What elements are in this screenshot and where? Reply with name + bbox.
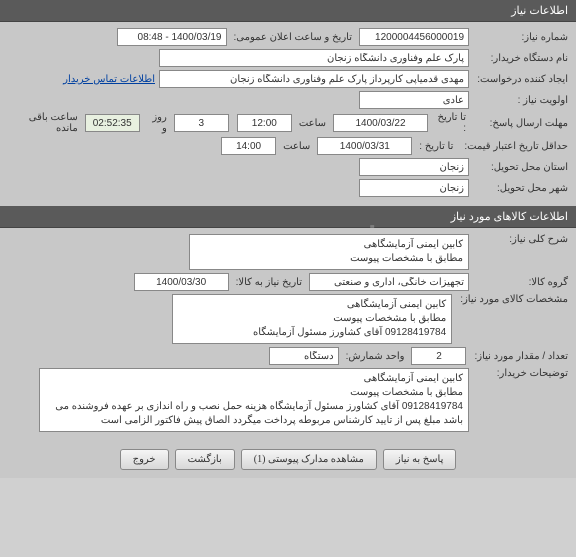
response-time-label: ساعت <box>296 118 329 129</box>
back-button[interactable]: بازگشت <box>175 449 235 470</box>
validity-date-field[interactable] <box>317 137 412 155</box>
section1-title: اطلاعات نیاز <box>511 5 568 17</box>
remain-time-field[interactable] <box>85 114 140 132</box>
buyer-notes-label: توضیحات خریدار: <box>473 368 568 379</box>
need-number-field[interactable] <box>359 28 469 46</box>
validity-time-label: ساعت <box>280 141 313 152</box>
response-time-field[interactable] <box>237 114 292 132</box>
need-title-field[interactable]: کابین ایمنی آزمایشگاهی مطابق با مشخصات پ… <box>189 234 469 270</box>
response-todate-label: تا تاریخ : <box>432 112 469 134</box>
city-label: شهر محل تحویل: <box>473 183 568 194</box>
announce-date-field[interactable] <box>117 28 227 46</box>
goods-group-label: گروه کالا: <box>473 277 568 288</box>
close-button[interactable]: خروج <box>120 449 169 470</box>
priority-label: اولویت نیاز : <box>473 95 568 106</box>
section2-header: اطلاعات کالاهای مورد نیاز <box>0 206 576 228</box>
quantity-field[interactable] <box>411 347 466 365</box>
goods-group-field[interactable] <box>309 273 469 291</box>
section1-header: اطلاعات نیاز <box>0 0 576 22</box>
need-number-label: شماره نیاز: <box>473 32 568 43</box>
announce-date-label: تاریخ و ساعت اعلان عمومی: <box>231 32 356 43</box>
remain-days-field[interactable] <box>174 114 229 132</box>
response-date-field[interactable] <box>333 114 428 132</box>
validity-label: حداقل تاریخ اعتبار قیمت: <box>460 141 568 152</box>
need-title-label: شرح کلی نیاز: <box>473 234 568 245</box>
buyer-org-label: نام دستگاه خریدار: <box>473 53 568 64</box>
buttons-row: پاسخ به نیاز مشاهده مدارک پیوستی (1) باز… <box>0 441 576 478</box>
unit-label: واحد شمارش: <box>343 351 408 362</box>
creator-field[interactable] <box>159 70 469 88</box>
priority-field[interactable] <box>359 91 469 109</box>
contact-link[interactable]: اطلاعات تماس خریدار <box>63 74 155 85</box>
section1-body: شماره نیاز: تاریخ و ساعت اعلان عمومی: نا… <box>0 22 576 206</box>
goods-spec-field[interactable]: کابین ایمنی آزمایشگاهی مطابق با مشخصات پ… <box>172 294 452 344</box>
quantity-label: تعداد / مقدار مورد نیاز: <box>470 351 568 362</box>
goods-spec-label: مشخصات کالای مورد نیاز: <box>456 294 568 305</box>
creator-label: ایجاد کننده درخواست: <box>473 74 568 85</box>
remain-days-label: روز و <box>144 112 170 134</box>
validity-time-field[interactable] <box>221 137 276 155</box>
buyer-org-field[interactable] <box>159 49 469 67</box>
validity-todate-label: تا تاریخ : <box>416 141 456 152</box>
respond-button[interactable]: پاسخ به نیاز <box>383 449 457 470</box>
remain-time-label: ساعت باقی مانده <box>8 112 81 134</box>
needby-field[interactable] <box>134 273 229 291</box>
section2-body: شرح کلی نیاز: کابین ایمنی آزمایشگاهی مطا… <box>0 228 576 441</box>
buyer-notes-field[interactable]: کابین ایمنی آزمایشگاهی مطابق با مشخصات پ… <box>39 368 469 432</box>
section2-title: اطلاعات کالاهای مورد نیاز <box>451 211 568 223</box>
province-field[interactable] <box>359 158 469 176</box>
needby-label: تاریخ نیاز به کالا: <box>233 277 305 288</box>
province-label: استان محل تحویل: <box>473 162 568 173</box>
response-deadline-label: مهلت ارسال پاسخ: <box>473 118 568 129</box>
unit-field[interactable] <box>269 347 339 365</box>
city-field[interactable] <box>359 179 469 197</box>
view-attachments-button[interactable]: مشاهده مدارک پیوستی (1) <box>241 449 377 470</box>
